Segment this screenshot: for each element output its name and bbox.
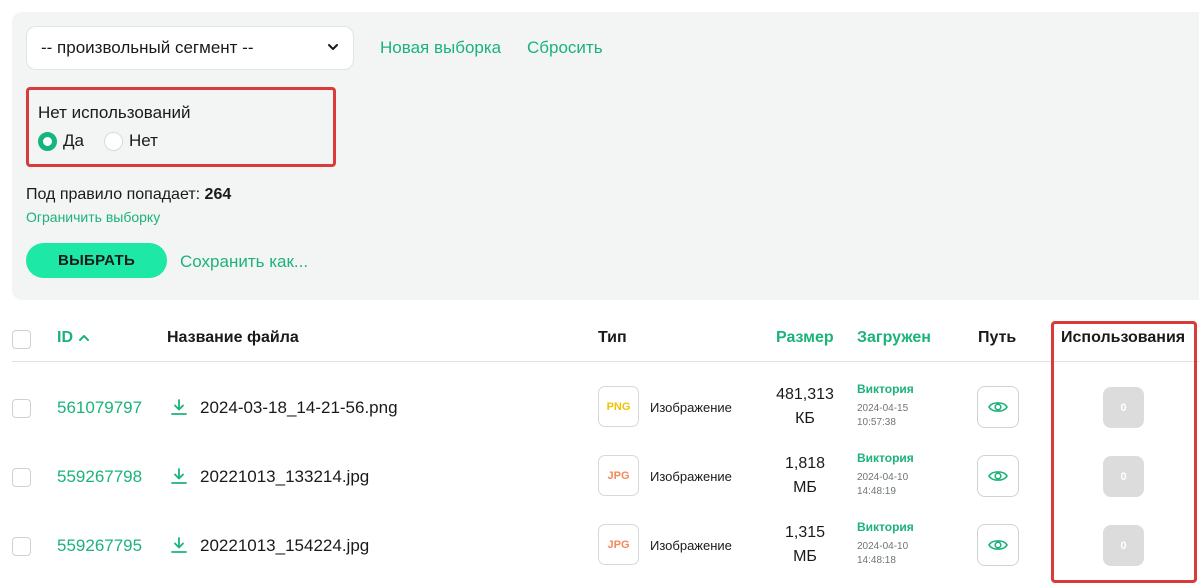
upload-date: 2024-04-10 — [857, 541, 909, 552]
select-all-checkbox[interactable] — [12, 330, 31, 349]
upload-date: 2024-04-10 — [857, 472, 909, 483]
upload-datetime: 2024-04-15 10:57:38 — [857, 402, 908, 430]
upload-datetime: 2024-04-10 14:48:18 — [857, 540, 908, 568]
upload-datetime: 2024-04-10 14:48:19 — [857, 471, 908, 499]
limit-selection-link[interactable]: Ограничить выборку — [26, 209, 160, 225]
column-header-path: Путь — [978, 329, 1017, 346]
file-size-unit: МБ — [793, 548, 817, 565]
uploader-link[interactable]: Виктория — [857, 382, 914, 396]
upload-time: 14:48:19 — [857, 486, 896, 497]
eye-icon — [988, 402, 1008, 412]
uploader-link[interactable]: Виктория — [857, 451, 914, 465]
file-id-link[interactable]: 561079797 — [57, 398, 142, 418]
select-button[interactable]: ВЫБРАТЬ — [26, 243, 167, 278]
upload-time: 10:57:38 — [857, 417, 896, 428]
match-count-value: 264 — [204, 186, 232, 203]
column-header-size[interactable]: Размер — [776, 329, 834, 347]
new-selection-link[interactable]: Новая выборка — [380, 38, 501, 58]
view-path-button[interactable] — [977, 455, 1019, 497]
radio-yes[interactable]: Да — [38, 131, 84, 151]
type-label: Изображение — [650, 538, 732, 553]
match-count-label: Под правило попадает: — [26, 186, 201, 203]
match-count: Под правило попадает: 264 — [26, 186, 231, 204]
type-label: Изображение — [650, 469, 732, 484]
file-size-value: 1,315 — [784, 524, 826, 541]
row-checkbox[interactable] — [12, 468, 31, 487]
no-usage-filter-title: Нет использований — [38, 103, 191, 122]
radio-no[interactable]: Нет — [104, 131, 158, 151]
view-path-button[interactable] — [977, 524, 1019, 566]
file-size: 1,818 МБ — [770, 452, 840, 500]
row-checkbox[interactable] — [12, 537, 31, 556]
file-size-value: 481,313 — [776, 386, 834, 403]
file-size-unit: КБ — [795, 410, 815, 427]
row-checkbox[interactable] — [12, 399, 31, 418]
segment-select[interactable]: -- произвольный сегмент -- — [26, 26, 354, 70]
upload-date: 2024-04-15 — [857, 403, 909, 414]
segment-select-value: -- произвольный сегмент -- — [41, 38, 254, 57]
radio-yes-indicator[interactable] — [38, 131, 57, 151]
file-size-value: 1,818 — [784, 455, 826, 472]
column-header-type: Тип — [598, 329, 627, 346]
no-usage-filter: Нет использований Да Нет — [26, 87, 336, 167]
jpg-file-icon: JPG — [598, 455, 639, 496]
download-icon[interactable] — [170, 398, 188, 416]
column-header-id[interactable]: ID — [57, 329, 89, 347]
usages-column-highlight — [1051, 321, 1197, 583]
column-header-uploaded[interactable]: Загружен — [857, 329, 931, 347]
upload-time: 14:48:18 — [857, 555, 896, 566]
eye-icon — [988, 540, 1008, 550]
reset-link[interactable]: Сбросить — [527, 38, 603, 58]
view-path-button[interactable] — [977, 386, 1019, 428]
download-icon[interactable] — [170, 467, 188, 485]
png-file-icon: PNG — [598, 386, 639, 427]
save-as-link[interactable]: Сохранить как... — [180, 252, 308, 272]
sort-ascending-icon — [79, 334, 89, 341]
radio-yes-label: Да — [63, 131, 84, 150]
column-header-filename: Название файла — [167, 329, 299, 346]
column-header-id-label: ID — [57, 329, 73, 346]
table-row: 559267798 20221013_133214.jpg JPG Изобра… — [0, 441, 1199, 511]
uploader-link[interactable]: Виктория — [857, 520, 914, 534]
file-name: 20221013_133214.jpg — [200, 467, 370, 486]
table-row: 561079797 2024-03-18_14-21-56.png PNG Из… — [0, 372, 1199, 442]
jpg-file-icon: JPG — [598, 524, 639, 565]
type-label: Изображение — [650, 400, 732, 415]
header-divider — [12, 361, 1199, 362]
eye-icon — [988, 471, 1008, 481]
chevron-down-icon — [328, 44, 338, 50]
file-size: 481,313 КБ — [770, 383, 840, 431]
radio-no-indicator[interactable] — [104, 131, 123, 151]
table-row: 559267795 20221013_154224.jpg JPG Изобра… — [0, 510, 1199, 580]
file-name: 2024-03-18_14-21-56.png — [200, 398, 398, 417]
file-name: 20221013_154224.jpg — [200, 536, 370, 555]
file-size-unit: МБ — [793, 479, 817, 496]
file-id-link[interactable]: 559267795 — [57, 536, 142, 556]
radio-no-label: Нет — [129, 131, 158, 150]
file-size: 1,315 МБ — [770, 521, 840, 569]
file-id-link[interactable]: 559267798 — [57, 467, 142, 487]
download-icon[interactable] — [170, 536, 188, 554]
